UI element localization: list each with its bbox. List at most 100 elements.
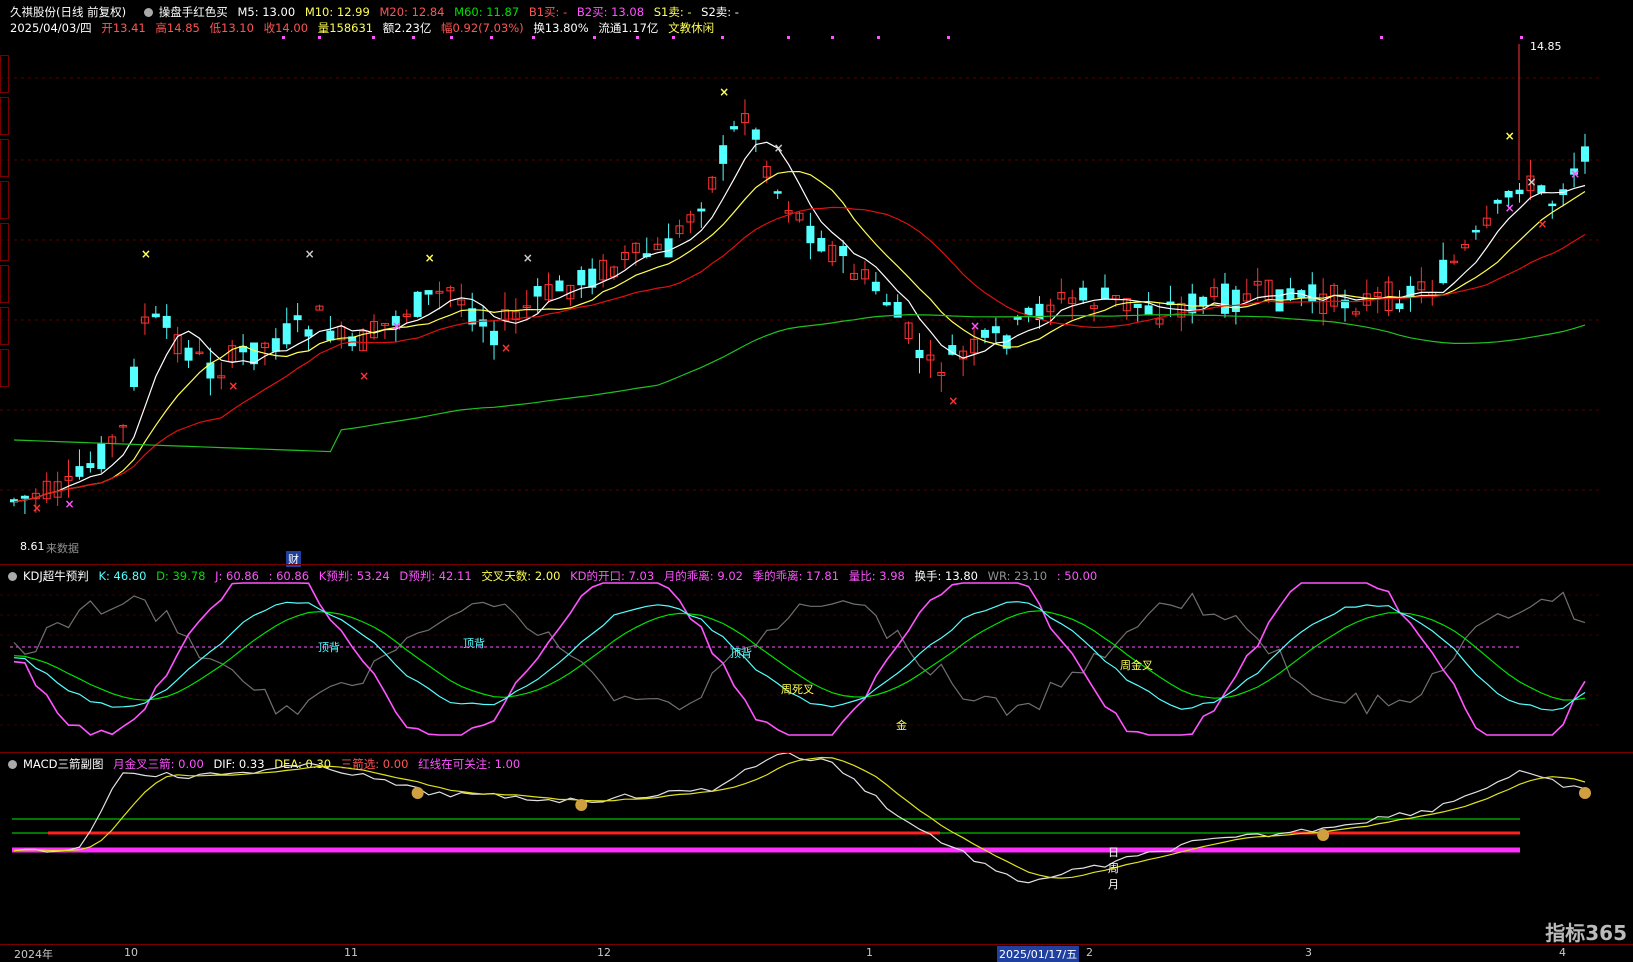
macd-panel[interactable]: MACD三箭副图 月金叉三箭: 0.00 DIF: 0.33 DEA: 0.30… <box>0 752 1633 945</box>
candle-body <box>293 315 302 321</box>
candle-body <box>97 443 106 470</box>
top-signal-dot <box>1380 36 1383 39</box>
top-signal-dot <box>831 36 834 39</box>
candle-body <box>991 326 1000 334</box>
candle-body <box>20 495 29 499</box>
kdj-week-gold-cross: 周金叉 <box>1120 659 1153 672</box>
candle-body <box>1024 307 1033 316</box>
top-signal-dot <box>672 36 675 39</box>
x-axis-label: 4 <box>1559 946 1566 959</box>
candle-body <box>1100 287 1109 300</box>
dif-line <box>13 753 1586 884</box>
kdj-gold: 金 <box>896 719 907 732</box>
sell-marker: × <box>425 251 435 265</box>
kdj-panel[interactable]: KDJ超牛预判 K: 46.80 D: 39.78 J: 60.86 : 60.… <box>0 564 1633 753</box>
top-signal-dot <box>593 36 596 39</box>
macd-day-label: 日 <box>1108 846 1119 859</box>
top-signal-dot <box>490 36 493 39</box>
macd-chart[interactable] <box>0 753 1633 945</box>
macd-month-label: 月 <box>1108 878 1119 891</box>
candle-body <box>1079 287 1088 301</box>
candle-body <box>871 281 880 292</box>
sell-marker: × <box>1526 175 1536 189</box>
x-axis-label: 2 <box>1086 946 1093 959</box>
candle-body <box>730 126 739 130</box>
sell-marker: × <box>774 141 784 155</box>
candle-body <box>1537 185 1546 194</box>
buy-marker: × <box>1537 217 1547 231</box>
candle-body <box>839 246 848 257</box>
candle-body <box>1504 191 1513 198</box>
candle-body <box>162 315 171 328</box>
candle-body <box>719 145 728 164</box>
candle-body <box>326 330 335 341</box>
candle-body <box>577 270 586 286</box>
x-axis-label: 12 <box>597 946 611 959</box>
candle-body <box>1439 259 1448 284</box>
candle-body <box>555 280 564 292</box>
kdj-week-dead-cross: 周死叉 <box>781 683 814 696</box>
top-signal-dot <box>412 36 415 39</box>
j-line <box>13 582 1586 736</box>
money-bag-icon <box>1579 787 1591 799</box>
candle-body <box>533 286 542 297</box>
main-chart-panel[interactable]: 久祺股份(日线 前复权) 操盘手红色买 M5: 13.00 M10: 12.99… <box>0 0 1633 567</box>
candlestick-chart[interactable]: × × × × × × × × × × × × × × × × × × × <box>0 0 1633 564</box>
buy-marker: × <box>970 319 980 333</box>
buy-marker: × <box>1570 167 1580 181</box>
buy-marker: × <box>228 379 238 393</box>
buy-marker: × <box>948 394 958 408</box>
buy-marker: × <box>359 369 369 383</box>
sell-marker: × <box>305 247 315 261</box>
candle-body <box>1199 296 1208 307</box>
candle-body <box>86 463 95 469</box>
kdj-top-divergence-2: 顶背 <box>463 637 485 650</box>
money-bag-icon <box>411 787 424 799</box>
top-signal-dot <box>282 36 285 39</box>
candle-body <box>184 347 193 361</box>
candle-body <box>806 225 815 244</box>
buy-marker: × <box>65 497 75 511</box>
top-signal-dot <box>877 36 880 39</box>
candle-body <box>424 290 433 295</box>
watermark-logo: 指标365 <box>1545 921 1627 945</box>
x-axis-label: 11 <box>344 946 358 959</box>
candle-body <box>304 329 313 337</box>
candle-body <box>1133 303 1142 308</box>
sell-marker: × <box>1505 129 1515 143</box>
ma60-line <box>13 313 1586 453</box>
kdj-chart[interactable] <box>0 565 1633 753</box>
top-signal-dot <box>947 36 950 39</box>
ma20-line <box>13 206 1586 503</box>
top-signal-dot <box>318 36 321 39</box>
ma5-line <box>13 141 1586 503</box>
x-axis-label: 10 <box>124 946 138 959</box>
top-signal-dot <box>532 36 535 39</box>
candle-body <box>751 129 760 140</box>
candle-body <box>151 313 160 318</box>
candle-body <box>1035 303 1044 321</box>
kdj-top-divergence-1: 顶背 <box>318 641 340 654</box>
top-signal-dot <box>450 36 453 39</box>
top-signal-dot <box>636 36 639 39</box>
candle-body <box>130 366 139 388</box>
money-bag-icon <box>1317 829 1330 841</box>
candle-body <box>1144 305 1153 315</box>
buy-marker: × <box>32 501 42 515</box>
candle-body <box>1395 303 1404 310</box>
x-axis-label: 1 <box>866 946 873 959</box>
candle-body <box>271 338 280 352</box>
candle-body <box>1013 316 1022 320</box>
candle-body <box>250 342 259 365</box>
x-axis-label: 3 <box>1305 946 1312 959</box>
top-signal-dot <box>372 36 375 39</box>
candle-body <box>980 329 989 338</box>
candle-body <box>1515 189 1524 195</box>
candle-body <box>588 268 597 288</box>
candle-body <box>915 349 924 359</box>
buy-marker: × <box>392 319 402 333</box>
candle-body <box>75 466 84 477</box>
kdj-top-divergence-3: 顶背 <box>730 647 752 660</box>
top-signal-dot <box>721 36 724 39</box>
buy-marker: × <box>1505 201 1515 215</box>
